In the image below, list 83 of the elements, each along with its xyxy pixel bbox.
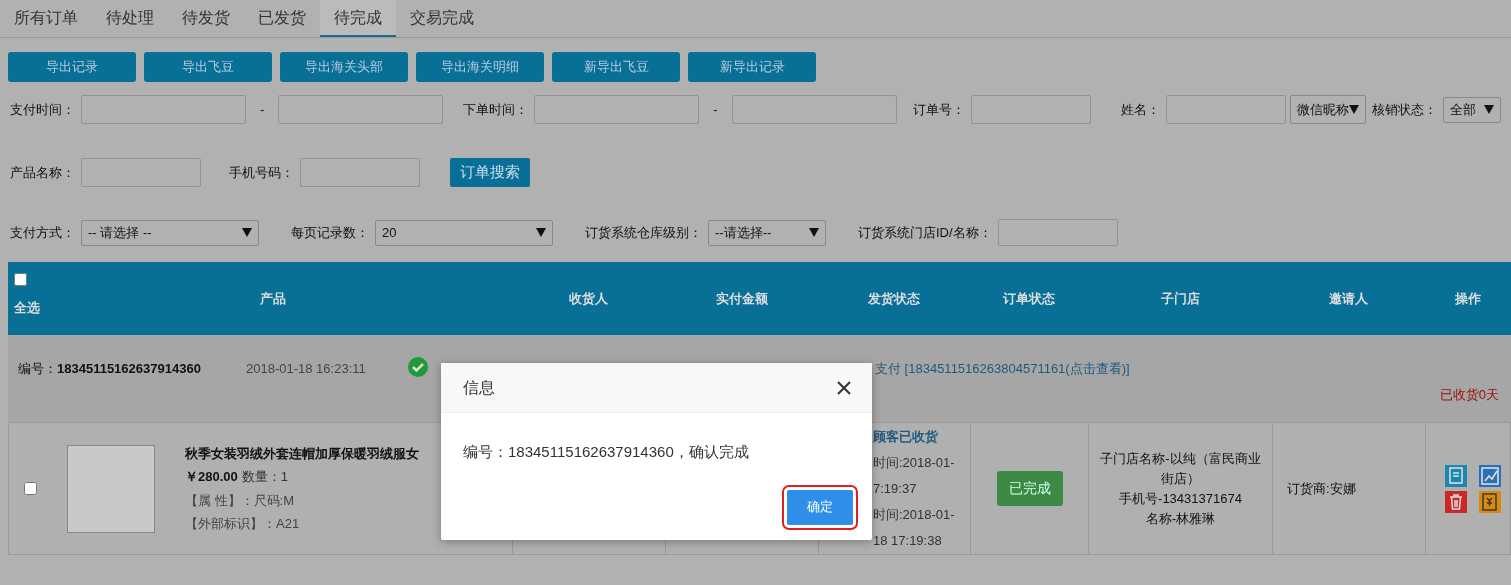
column-header: 发货状态 bbox=[868, 290, 920, 306]
filter-label: 订货系统仓库级别： bbox=[585, 223, 702, 242]
input-field[interactable] bbox=[278, 95, 444, 124]
yuan-edit-icon[interactable] bbox=[1478, 490, 1501, 513]
caret-icon bbox=[1484, 105, 1494, 114]
column-header: 产品 bbox=[258, 289, 287, 308]
store-info: 子门店名称-以纯（富民商业街店） bbox=[1099, 449, 1262, 488]
export-button[interactable]: 新导出记录 bbox=[688, 52, 816, 82]
column-header: 子门店 bbox=[1160, 290, 1200, 306]
filter-label: 每页记录数： bbox=[291, 223, 369, 242]
caret-icon bbox=[242, 228, 252, 237]
dropdown[interactable]: -- 请选择 -- bbox=[81, 219, 259, 246]
dropdown[interactable]: 微信昵称 bbox=[1289, 95, 1366, 124]
export-button[interactable]: 导出海关明细 bbox=[416, 52, 544, 82]
filter-label: 姓名： bbox=[1120, 100, 1160, 119]
product-quantity: 数量：1 bbox=[241, 469, 288, 484]
order-number: 编号：18345115162637914360 bbox=[18, 361, 201, 376]
input-field[interactable] bbox=[81, 95, 246, 124]
column-header: 收货人 bbox=[569, 290, 608, 306]
column-header: 操作 bbox=[1455, 290, 1481, 306]
check-circle-icon bbox=[408, 357, 428, 377]
input-field[interactable] bbox=[300, 158, 420, 187]
caret-icon bbox=[809, 228, 819, 237]
column-header: 订单状态 bbox=[1003, 290, 1055, 306]
close-icon[interactable] bbox=[836, 379, 852, 396]
select-all-label: 全选 bbox=[14, 299, 40, 318]
payment-link[interactable]: 支付 [1834511516263804571161(点击查看)] bbox=[875, 359, 1130, 379]
filter-label: 产品名称： bbox=[10, 163, 75, 182]
filter-label: 支付时间： bbox=[10, 100, 75, 119]
shipping-time-text: 18 17:19:38 bbox=[873, 531, 943, 550]
caret-icon bbox=[1348, 105, 1359, 114]
export-button[interactable]: 新导出飞豆 bbox=[552, 52, 680, 82]
filter-label: 下单时间： bbox=[463, 100, 529, 119]
filter-label: 支付方式： bbox=[10, 223, 75, 242]
input-field[interactable] bbox=[81, 158, 201, 187]
product-price: ￥280.00 bbox=[185, 469, 238, 484]
shipping-time-text: 时间:2018-01- bbox=[873, 453, 956, 472]
order-time: 2018-01-18 16:23:11 bbox=[246, 360, 366, 378]
input-field[interactable] bbox=[731, 95, 897, 124]
export-button[interactable]: 导出海关头部 bbox=[280, 52, 408, 82]
tab[interactable]: 已发货 bbox=[244, 0, 320, 37]
status-badge: 已完成 bbox=[996, 471, 1063, 506]
chart-edit-icon[interactable] bbox=[1478, 464, 1501, 487]
tab[interactable]: 待处理 bbox=[92, 0, 168, 37]
product-attribute: 【属 性】：尺码:M bbox=[185, 491, 296, 510]
inviter-text: 订货商:安娜 bbox=[1287, 479, 1357, 498]
input-field[interactable] bbox=[1165, 95, 1286, 124]
caret-icon bbox=[536, 228, 546, 237]
product-title[interactable]: 秋季女装羽绒外套连帽加厚保暖羽绒服女 bbox=[185, 443, 419, 463]
note-icon[interactable] bbox=[1444, 464, 1467, 487]
dropdown[interactable]: 全部 bbox=[1442, 96, 1501, 123]
filter-label: 手机号码： bbox=[229, 163, 294, 182]
export-button[interactable]: 导出飞豆 bbox=[144, 52, 272, 82]
export-button[interactable]: 导出记录 bbox=[8, 52, 136, 82]
shipping-status: 顾客已收货 bbox=[873, 427, 939, 446]
column-header: 实付金额 bbox=[715, 290, 768, 306]
dropdown[interactable]: 20 bbox=[375, 219, 553, 246]
dropdown[interactable]: --请选择-- bbox=[708, 219, 826, 246]
filter-label: 订单号： bbox=[912, 100, 965, 119]
trash-icon[interactable] bbox=[1444, 490, 1467, 513]
store-info: 名称-林雅琳 bbox=[1145, 509, 1216, 528]
range-separator: - bbox=[713, 100, 718, 119]
tab[interactable]: 待发货 bbox=[168, 0, 244, 37]
shipping-time-text: 7:19:37 bbox=[873, 479, 918, 498]
search-button[interactable]: 订单搜索 bbox=[450, 158, 530, 187]
tab[interactable]: 交易完成 bbox=[396, 0, 488, 37]
tab[interactable]: 所有订单 bbox=[0, 0, 92, 37]
tab[interactable]: 待完成 bbox=[320, 0, 396, 37]
dialog-title: 信息 bbox=[463, 377, 495, 398]
input-field[interactable] bbox=[970, 95, 1091, 124]
dialog-message: 编号：18345115162637914360，确认完成 bbox=[462, 442, 750, 462]
product-external-id: 【外部标识】：A21 bbox=[185, 515, 301, 533]
input-field[interactable] bbox=[997, 219, 1118, 246]
store-info: 手机号-13431371674 bbox=[1119, 489, 1242, 508]
filter-label: 订货系统门店ID/名称： bbox=[858, 223, 992, 242]
filter-label: 核销状态： bbox=[1371, 100, 1437, 119]
input-field[interactable] bbox=[534, 95, 700, 124]
checkbox[interactable] bbox=[24, 482, 37, 495]
range-separator: - bbox=[260, 100, 265, 119]
received-days: 已收货0天 bbox=[1439, 385, 1499, 405]
shipping-time-text: 时间:2018-01- bbox=[873, 505, 956, 524]
checkbox[interactable] bbox=[14, 272, 27, 286]
column-header: 邀请人 bbox=[1329, 290, 1368, 306]
